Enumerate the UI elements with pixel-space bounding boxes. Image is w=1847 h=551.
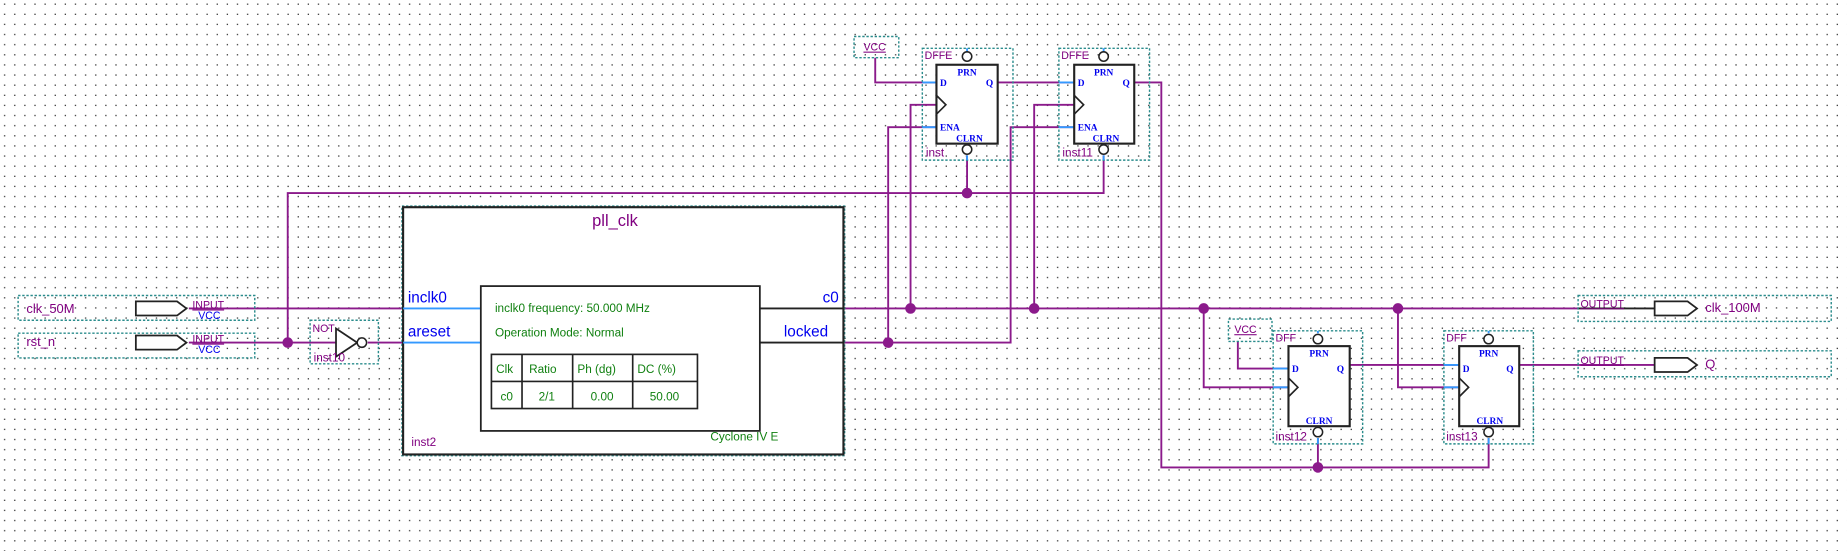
pin-q: Q xyxy=(986,79,993,89)
pin-clrn: CLRN xyxy=(956,134,983,144)
vcc-label: VCC xyxy=(1234,324,1257,336)
instance-name: inst11 xyxy=(1062,147,1093,160)
pin-ena: ENA xyxy=(1078,124,1098,134)
table-header: Ph (dg) xyxy=(577,363,616,376)
output-pin-icon xyxy=(1653,357,1699,373)
pin-type: OUTPUT xyxy=(1580,298,1624,310)
pin-q: Q xyxy=(1122,79,1129,89)
junction xyxy=(1392,303,1404,314)
table-header: Ratio xyxy=(529,363,557,376)
junction xyxy=(1198,303,1210,314)
junction xyxy=(882,337,894,348)
vcc-label: VCC xyxy=(863,42,886,54)
input-pin-icon xyxy=(134,334,188,351)
table-header: Clk xyxy=(496,363,513,376)
port-inclk0: inclk0 xyxy=(408,290,447,307)
pll-settings-table: Clk Ratio Ph (dg) DC (%) c0 2/1 0.00 50.… xyxy=(490,353,699,410)
output-pin-icon xyxy=(1653,300,1699,317)
pin-name: clk_100M xyxy=(1705,300,1760,315)
ff-type: DFFE xyxy=(925,50,953,62)
port-locked: locked xyxy=(784,324,828,341)
pin-d: D xyxy=(1463,365,1470,375)
table-header: DC (%) xyxy=(637,363,676,376)
ff-type: DFFE xyxy=(1061,50,1089,62)
pin-type: OUTPUT xyxy=(1580,355,1624,367)
pin-clrn: CLRN xyxy=(1476,417,1503,427)
pin-q: Q xyxy=(1506,365,1513,375)
junction xyxy=(905,303,916,314)
junction xyxy=(1028,303,1040,314)
pin-name: rst_n xyxy=(26,334,55,349)
instance-name: inst2 xyxy=(411,436,436,449)
table-cell: 50.00 xyxy=(650,390,680,403)
pll-frequency: inclk0 frequency: 50.000 MHz xyxy=(495,302,650,315)
junction xyxy=(961,187,973,199)
pin-ena: ENA xyxy=(940,124,960,134)
pin-d: D xyxy=(940,79,947,89)
pin-prn: PRN xyxy=(1479,350,1499,360)
pll-title: pll_clk xyxy=(592,212,639,230)
pll-device: Cyclone IV E xyxy=(710,430,778,443)
pin-name: clk_50M xyxy=(26,301,74,316)
junction xyxy=(1312,462,1324,473)
table-cell: 2/1 xyxy=(539,390,555,403)
pin-d: D xyxy=(1292,365,1299,375)
ff-type: DFF xyxy=(1276,332,1297,344)
instance-name: inst xyxy=(926,147,945,160)
gate-type: NOT xyxy=(312,323,335,335)
pin-d: D xyxy=(1078,79,1085,89)
pin-clrn: CLRN xyxy=(1306,417,1333,427)
pin-prn: PRN xyxy=(957,68,977,78)
port-c0: c0 xyxy=(823,290,839,307)
table-cell: c0 xyxy=(500,390,513,403)
ff-type: DFF xyxy=(1446,332,1467,344)
pll-mode: Operation Mode: Normal xyxy=(495,327,624,340)
pin-default: VCC xyxy=(198,310,221,322)
instance-name: inst12 xyxy=(1276,430,1307,443)
pin-clrn: CLRN xyxy=(1093,134,1120,144)
instance-name: inst13 xyxy=(1446,430,1478,443)
table-cell: 0.00 xyxy=(591,390,614,403)
instance-name: inst10 xyxy=(314,351,346,364)
input-pin-icon xyxy=(134,300,188,317)
pin-default: VCC xyxy=(198,344,221,356)
schematic-canvas[interactable]: clk_50M INPUT VCC rst_n INPUT VCC NOT in… xyxy=(0,0,1847,551)
pin-prn: PRN xyxy=(1309,350,1329,360)
pin-q: Q xyxy=(1337,365,1344,375)
pll-block[interactable]: pll_clk inclk0 areset c0 locked inclk0 f… xyxy=(401,205,846,457)
junction xyxy=(282,337,294,348)
pin-prn: PRN xyxy=(1094,68,1114,78)
port-areset: areset xyxy=(408,324,451,341)
pin-name: Q xyxy=(1705,357,1715,372)
